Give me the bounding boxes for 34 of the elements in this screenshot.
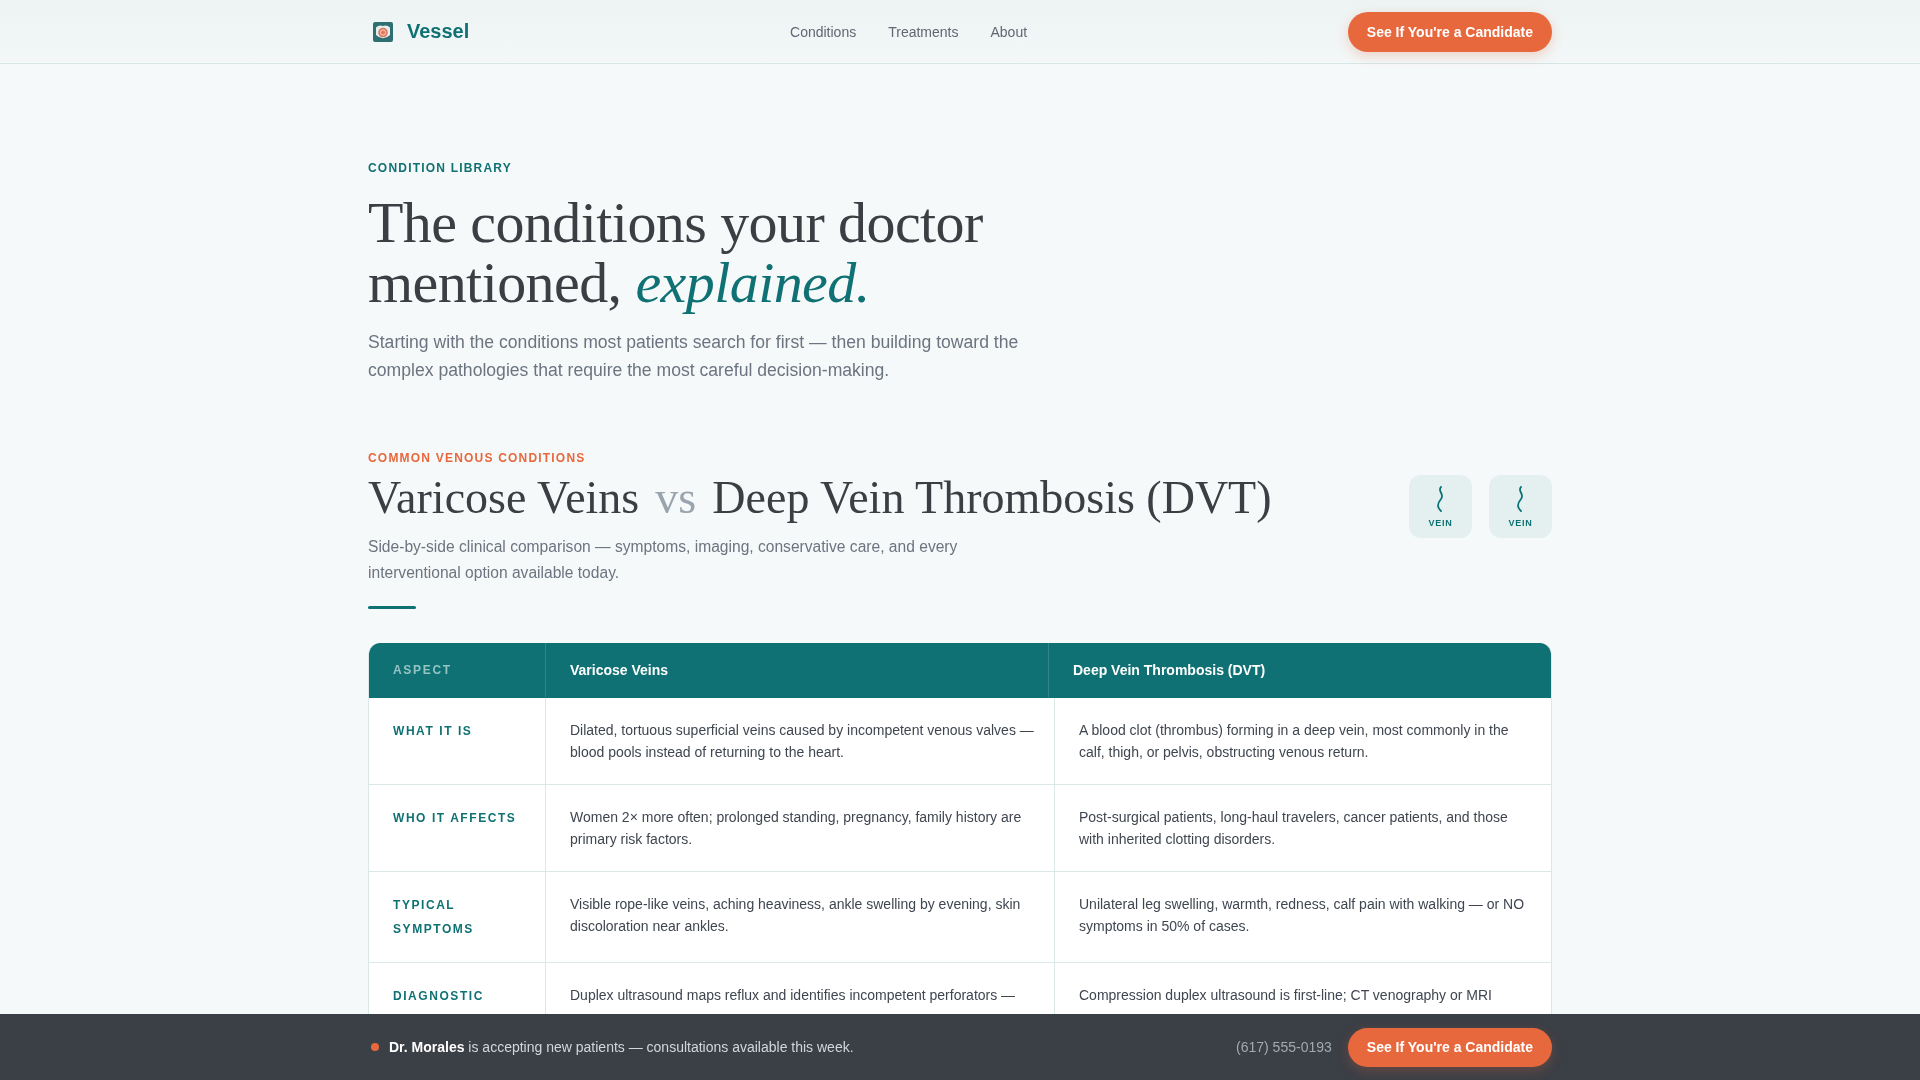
table-cell: Dilated, tortuous superficial veins caused by incompetent venous valves — blood pools instead of returning to the heart. [546,698,1055,784]
wavy-line-icon [1515,485,1526,512]
nav-link[interactable]: About [990,23,1028,40]
status-dot-icon [371,1043,379,1051]
announcement-text: Dr. Morales is accepting new patients — consultations available this week. [389,1039,854,1055]
row-heading: TYPICAL SYMPTOMS [369,872,546,962]
nav-link[interactable]: Conditions [790,23,857,40]
table-cell-text: Post-surgical patients, long-haul travelers, cancer patients, and those with inherited clotting disorders. [1078,808,1509,849]
row-heading: WHAT IT IS [369,698,546,784]
table-cell-text: Unilateral leg swelling, warmth, redness, calf pain with walking — or NO symptoms in 50% of cases. [1078,895,1526,936]
table-cell: Women 2× more often; prolonged standing, pregnancy, family history are primary risk factors. [546,785,1055,871]
logo-icon [373,21,393,42]
table-cell: Visible rope-like veins, aching heaviness, ankle swelling by evening, skin discoloration near ankles. [546,872,1055,962]
candidate-button[interactable]: See If You're a Candidate [1347,11,1552,52]
column-header: Varicose Veins [546,643,1049,697]
section-kicker: COMMON VENOUS CONDITIONS [368,450,586,466]
tile-caption: VEIN [1428,517,1453,528]
table-cell-text: A blood clot (thrombus) forming in a deep vein, most commonly in the calf, thigh, or pelvis, obstructing venous return. [1078,721,1510,762]
column-header: Deep Vein Thrombosis (DVT) [1072,661,1267,680]
nav-link[interactable]: Treatments [888,23,959,40]
page-intro: Starting with the conditions most patients search for first — then building toward the complex pathologies that require the most careful decision-making. [368,331,1020,382]
phone-link[interactable]: (617) 555-0193 [1236,1039,1332,1055]
accent-rule [368,606,416,609]
row-heading: WHO IT AFFECTS [369,785,546,871]
tile-caption: VEIN [1508,517,1533,528]
section-title: Varicose Veins vs Deep Vein Thrombosis (DVT) [368,471,1272,525]
section-description: Side-by-side clinical comparison — symptoms, imaging, conservative care, and every interventional option available today. [368,537,959,583]
table-cell-text: Compression duplex ultrasound is first-line; CT venography or MRI [1078,986,1493,1005]
brand-name: Vessel [407,20,470,43]
candidate-button[interactable]: See If You're a Candidate [1347,1027,1552,1067]
section-kicker: CONDITION LIBRARY [368,160,513,176]
wavy-line-icon [1435,485,1446,512]
page-title: The conditions your doctor mentioned, explained. [368,193,984,313]
column-header: ASPECT [369,643,546,697]
